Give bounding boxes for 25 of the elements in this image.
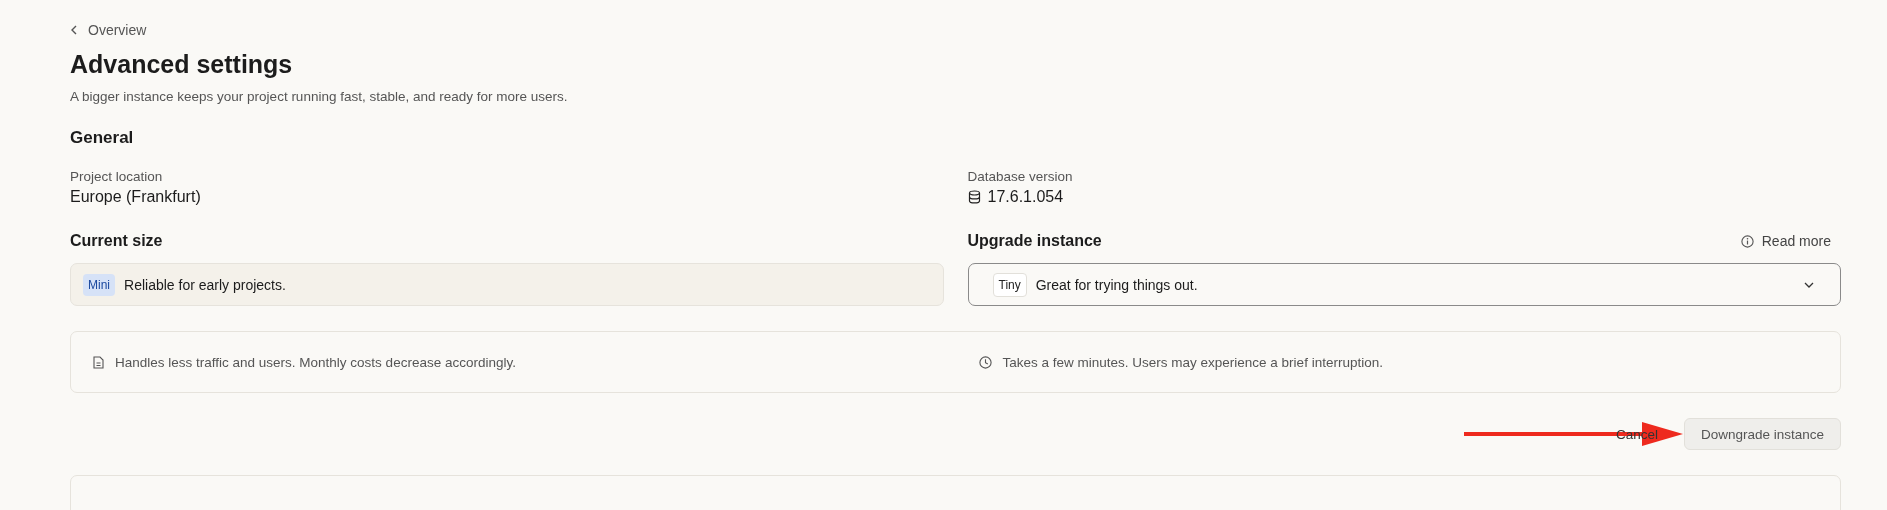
tier-badge: Mini (83, 273, 115, 296)
section-heading: Current size (70, 232, 163, 250)
downgrade-button[interactable]: Downgrade instance (1683, 418, 1841, 450)
section-heading: Upgrade instance (967, 232, 1102, 250)
clock-icon (978, 355, 992, 369)
database-icon (967, 190, 981, 204)
section-heading: General (70, 128, 135, 148)
field-value: 17.6.1.054 (987, 188, 1064, 206)
chevron-down-icon (1804, 281, 1814, 288)
field-label: Project location (70, 169, 164, 184)
back-link[interactable]: Overview (70, 22, 147, 38)
instance-dropdown[interactable]: Tiny Great for trying things out. (967, 263, 1841, 306)
page-title: Advanced settings (70, 50, 294, 79)
chevron-left-icon (70, 25, 78, 35)
info-icon (1740, 234, 1754, 248)
document-icon (93, 355, 104, 369)
page-description: A bigger instance keeps your project running fast, stable, and ready for more users. (70, 89, 569, 104)
field-label: Database version (967, 169, 1074, 184)
note-text: Takes a few minutes. Users may experience a brief interruption. (1002, 354, 1383, 370)
note-text: Handles less traffic and users. Monthly costs decrease accordingly. (115, 354, 516, 370)
tier-description: Reliable for early projects. (124, 276, 286, 293)
read-more-link[interactable]: Read more (1740, 233, 1831, 249)
tier-badge: Tiny (992, 272, 1027, 297)
field-value: Europe (Frankfurt) (70, 188, 201, 206)
tier-description: Great for trying things out. (1035, 276, 1198, 293)
